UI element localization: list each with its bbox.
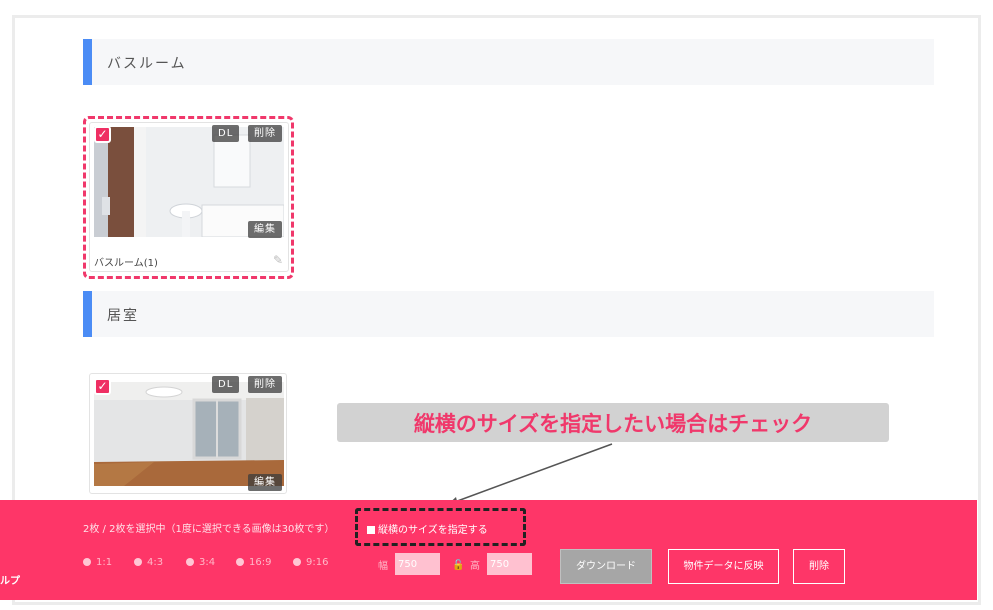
ratio-option-9-16[interactable]: 9:16 — [293, 557, 328, 568]
radio-icon[interactable] — [293, 558, 301, 566]
selection-info: 2枚 / 2枚を選択中（1度に選択できる画像は30枚です） — [83, 524, 335, 535]
reflect-to-property-button[interactable]: 物件データに反映 — [668, 549, 779, 584]
ratio-label: 4:3 — [147, 557, 164, 568]
ratio-label: 9:16 — [306, 557, 329, 568]
ratio-label: 16:9 — [249, 557, 272, 568]
ratio-label: 1:1 — [96, 557, 113, 568]
height-input[interactable] — [487, 553, 532, 575]
checkbox-icon[interactable] — [367, 526, 375, 534]
lock-icon[interactable]: 🔓 — [452, 560, 464, 571]
radio-icon[interactable] — [236, 558, 244, 566]
height-label: 高 — [470, 561, 480, 572]
size-checkbox[interactable]: 縦横のサイズを指定する — [367, 521, 488, 536]
ratio-option-16-9[interactable]: 16:9 — [236, 557, 271, 568]
radio-icon[interactable] — [83, 558, 91, 566]
ratio-option-3-4[interactable]: 3:4 — [186, 557, 215, 568]
ratio-option-1-1[interactable]: 1:1 — [83, 557, 112, 568]
radio-icon[interactable] — [186, 558, 194, 566]
delete-button[interactable]: 削除 — [793, 549, 845, 584]
download-button[interactable]: ダウンロード — [560, 549, 652, 584]
width-input[interactable] — [395, 553, 440, 575]
size-checkbox-label: 縦横のサイズを指定する — [378, 525, 488, 536]
radio-icon[interactable] — [134, 558, 142, 566]
bottom-action-bar: ルプ 2枚 / 2枚を選択中（1度に選択できる画像は30枚です） 縦横のサイズを… — [0, 500, 977, 600]
width-label: 幅 — [378, 561, 388, 572]
ratio-label: 3:4 — [199, 557, 216, 568]
ratio-option-4-3[interactable]: 4:3 — [134, 557, 163, 568]
help-label[interactable]: ルプ — [0, 572, 20, 587]
